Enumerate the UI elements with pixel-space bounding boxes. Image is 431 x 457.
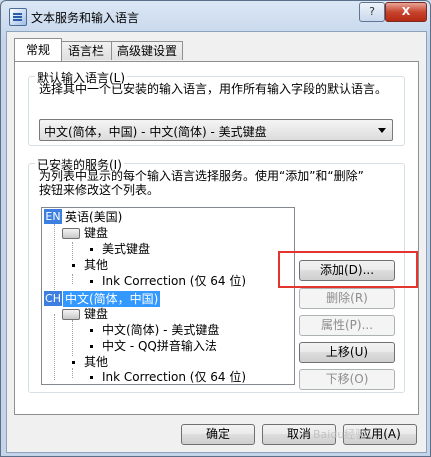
- bullet-icon: [90, 329, 93, 332]
- en-language-icon: EN: [44, 209, 62, 224]
- tree-line: [72, 320, 73, 356]
- tree-node-english-us[interactable]: 英语(美国): [65, 209, 122, 225]
- properties-button[interactable]: 属性(P)...: [299, 315, 395, 336]
- tree-node-ch-ink-correction[interactable]: Ink Correction (仅 64 位): [102, 369, 246, 384]
- remove-button[interactable]: 删除(R): [299, 288, 395, 309]
- tab-advanced-key-settings[interactable]: 高级键设置: [111, 41, 183, 60]
- title-bar[interactable]: 文本服务和输入语言 ? X: [1, 1, 430, 31]
- tree-node-ch-us-keyboard[interactable]: 中文(简体) - 美式键盘: [102, 322, 219, 338]
- tree-line: [72, 368, 73, 378]
- tree-line: [72, 274, 73, 284]
- tree-line: [54, 314, 55, 380]
- tree-node-en-other[interactable]: 其他: [84, 257, 108, 273]
- tree-node-ch-keyboard[interactable]: 键盘: [84, 306, 108, 322]
- window-title: 文本服务和输入语言: [31, 11, 140, 25]
- tree-node-en-ink-correction[interactable]: Ink Correction (仅 64 位): [102, 273, 246, 289]
- bullet-icon: [90, 376, 93, 379]
- tree-node-qq-pinyin[interactable]: 中文 - QQ拼音输入法: [102, 338, 217, 354]
- default-language-selected: 中文(简体，中国) - 中文(简体) - 美式键盘: [44, 125, 267, 139]
- bullet-icon: [90, 248, 93, 251]
- installed-services-tree[interactable]: EN 英语(美国) 键盘 美式键盘 其他 Ink Correction (仅 6…: [41, 207, 295, 385]
- bullet-icon: [72, 264, 75, 267]
- tree-node-en-keyboard[interactable]: 键盘: [84, 225, 108, 241]
- default-language-description: 选择其中一个已安装的输入语言，用作所有输入字段的默认语言。: [39, 82, 388, 96]
- tree-node-ch-other[interactable]: 其他: [84, 354, 108, 370]
- text-services-icon: [9, 8, 27, 26]
- red-annotation-box: [278, 251, 418, 288]
- tree-node-us-keyboard[interactable]: 美式键盘: [102, 241, 150, 257]
- chevron-down-icon[interactable]: [378, 128, 386, 133]
- tab-language-bar[interactable]: 语言栏: [60, 41, 112, 60]
- tab-general[interactable]: 常规: [14, 38, 62, 61]
- dialog-window: 文本服务和输入语言 ? X 常规 语言栏 高级键设置 默认输入语言(L) 选择其…: [0, 0, 431, 457]
- keyboard-icon: [62, 309, 80, 320]
- tree-node-chinese-simplified[interactable]: 中文(简体，中国): [63, 291, 161, 307]
- bullet-icon: [90, 280, 93, 283]
- ok-button[interactable]: 确定: [181, 424, 255, 445]
- help-button[interactable]: ?: [359, 2, 385, 22]
- bullet-icon: [90, 345, 93, 348]
- close-button[interactable]: X: [385, 2, 427, 22]
- move-down-button[interactable]: 下移(O): [299, 369, 395, 390]
- tree-line: [72, 242, 73, 260]
- move-up-button[interactable]: 上移(U): [299, 342, 395, 363]
- default-language-select[interactable]: 中文(简体，中国) - 中文(简体) - 美式键盘: [39, 119, 393, 141]
- bullet-icon: [72, 361, 75, 364]
- watermark: Baidu经验: [313, 428, 367, 441]
- keyboard-icon: [62, 228, 80, 239]
- ch-language-icon: CH: [44, 291, 62, 306]
- installed-services-description-line1: 为列表中显示的每个输入语言选择服务。使用“添加”和“删除”: [39, 169, 364, 183]
- installed-services-description-line2: 按钮来修改这个列表。: [39, 183, 160, 197]
